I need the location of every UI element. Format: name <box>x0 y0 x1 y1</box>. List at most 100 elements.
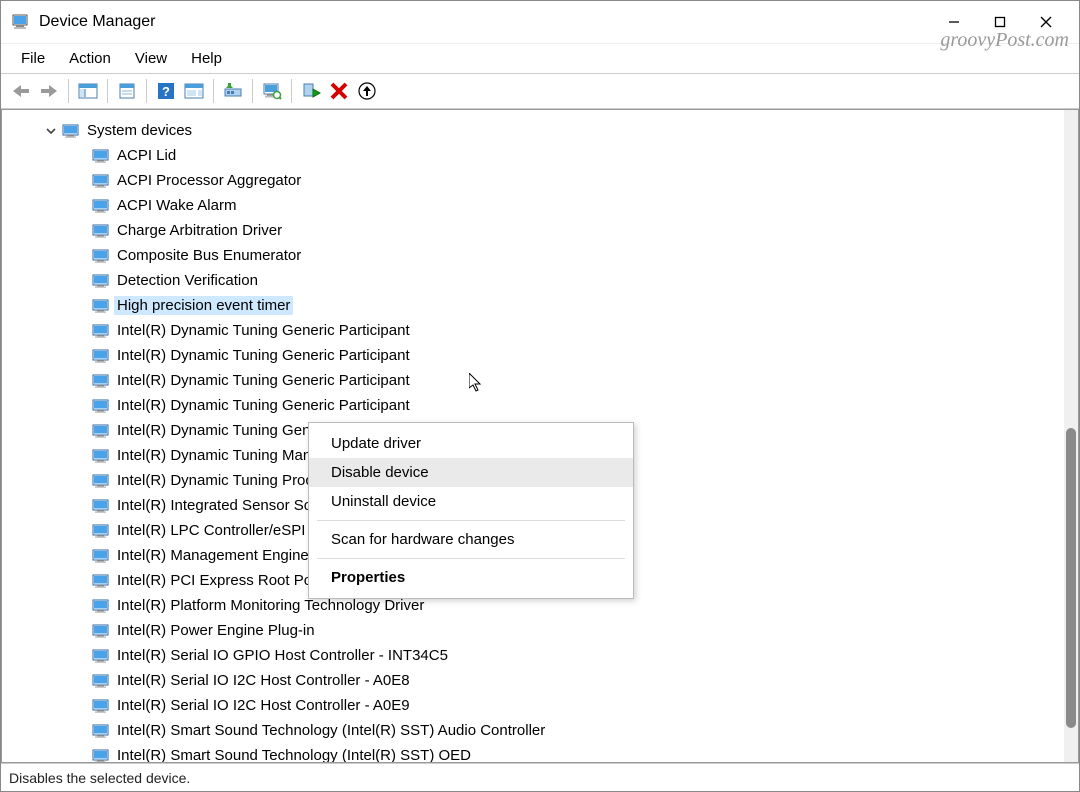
toolbar-separator <box>252 79 253 103</box>
svg-text:?: ? <box>162 84 170 99</box>
context-menu-item[interactable]: Scan for hardware changes <box>309 525 633 554</box>
tree-node[interactable]: Intel(R) Serial IO GPIO Host Controller … <box>2 643 1064 668</box>
statusbar-text: Disables the selected device. <box>9 770 190 786</box>
device-icon <box>92 199 110 213</box>
context-menu: Update driverDisable deviceUninstall dev… <box>308 422 634 599</box>
tree-node[interactable]: Intel(R) Serial IO I2C Host Controller -… <box>2 693 1064 718</box>
device-icon <box>92 224 110 238</box>
device-icon <box>92 174 110 188</box>
toolbar-help-button[interactable]: ? <box>152 77 180 105</box>
tree-node-label: ACPI Lid <box>117 147 176 164</box>
scrollbar-thumb[interactable] <box>1066 428 1076 728</box>
tree-node-label: Intel(R) Serial IO I2C Host Controller -… <box>117 697 410 714</box>
tree-node[interactable]: Intel(R) Serial IO I2C Host Controller -… <box>2 668 1064 693</box>
device-manager-app-icon <box>11 13 29 31</box>
device-icon <box>92 324 110 338</box>
context-menu-item[interactable]: Update driver <box>309 429 633 458</box>
toolbar-separator <box>146 79 147 103</box>
tree-node[interactable]: Intel(R) Smart Sound Technology (Intel(R… <box>2 718 1064 743</box>
vertical-scrollbar[interactable] <box>1064 110 1078 762</box>
device-icon <box>92 474 110 488</box>
device-icon <box>92 374 110 388</box>
device-icon <box>92 624 110 638</box>
chevron-down-icon[interactable] <box>44 124 58 138</box>
tree-node-label: High precision event timer <box>114 296 293 315</box>
toolbar-back-button[interactable] <box>7 77 35 105</box>
tree-node-label: System devices <box>87 122 192 139</box>
toolbar-add-hardware-button[interactable] <box>353 77 381 105</box>
device-icon <box>92 749 110 763</box>
device-category-icon <box>62 124 80 138</box>
device-icon <box>92 524 110 538</box>
tree-node[interactable]: ACPI Wake Alarm <box>2 193 1064 218</box>
toolbar-show-hide-tree-button[interactable] <box>74 77 102 105</box>
tree-node-label: Detection Verification <box>117 272 258 289</box>
tree-node-system-devices[interactable]: System devices <box>2 118 1064 143</box>
tree-node[interactable]: Intel(R) Dynamic Tuning Generic Particip… <box>2 318 1064 343</box>
toolbar-separator <box>107 79 108 103</box>
menu-help[interactable]: Help <box>179 46 234 71</box>
context-menu-item[interactable]: Properties <box>309 563 633 592</box>
device-icon <box>92 649 110 663</box>
device-icon <box>92 149 110 163</box>
device-icon <box>92 299 110 313</box>
device-icon <box>92 699 110 713</box>
toolbar-action-center-button[interactable] <box>180 77 208 105</box>
device-icon <box>92 549 110 563</box>
titlebar: Device Manager <box>1 1 1079 43</box>
tree-node-label: Intel(R) Serial IO GPIO Host Controller … <box>117 647 448 664</box>
tree-node[interactable]: ACPI Processor Aggregator <box>2 168 1064 193</box>
tree-node-label: ACPI Wake Alarm <box>117 197 236 214</box>
menubar: File Action View Help <box>1 43 1079 73</box>
toolbar: ? <box>1 73 1079 109</box>
toolbar-separator <box>213 79 214 103</box>
menu-file[interactable]: File <box>9 46 57 71</box>
tree-node[interactable]: Intel(R) Power Engine Plug-in <box>2 618 1064 643</box>
toolbar-uninstall-device-button[interactable] <box>325 77 353 105</box>
menu-view[interactable]: View <box>123 46 179 71</box>
device-icon <box>92 274 110 288</box>
device-icon <box>92 249 110 263</box>
device-tree-panel: System devices ACPI Lid ACPI Processor Agg… <box>1 109 1079 763</box>
device-icon <box>92 399 110 413</box>
tree-node[interactable]: Intel(R) Dynamic Tuning Generic Particip… <box>2 393 1064 418</box>
device-manager-window: groovyPost.com Device Manager File Actio… <box>0 0 1080 792</box>
device-icon <box>92 449 110 463</box>
tree-node[interactable]: Composite Bus Enumerator <box>2 243 1064 268</box>
device-icon <box>92 574 110 588</box>
window-title: Device Manager <box>39 13 156 31</box>
tree-node-label: Intel(R) Dynamic Tuning Generic Particip… <box>117 322 410 339</box>
tree-node[interactable]: Intel(R) Dynamic Tuning Generic Particip… <box>2 343 1064 368</box>
maximize-button[interactable] <box>977 6 1023 38</box>
menu-action[interactable]: Action <box>57 46 123 71</box>
device-icon <box>92 674 110 688</box>
toolbar-forward-button[interactable] <box>35 77 63 105</box>
toolbar-disable-device-button[interactable] <box>297 77 325 105</box>
tree-node[interactable]: Detection Verification <box>2 268 1064 293</box>
tree-node[interactable]: Intel(R) Smart Sound Technology (Intel(R… <box>2 743 1064 763</box>
toolbar-update-driver-button[interactable] <box>219 77 247 105</box>
toolbar-separator <box>291 79 292 103</box>
tree-node-label: Intel(R) Platform Monitoring Technology … <box>117 597 424 614</box>
tree-node-label: Intel(R) Dynamic Tuning Generic Particip… <box>117 372 410 389</box>
tree-node[interactable]: High precision event timer <box>2 293 1064 318</box>
toolbar-scan-hardware-button[interactable] <box>258 77 286 105</box>
minimize-button[interactable] <box>931 6 977 38</box>
tree-node-label: Charge Arbitration Driver <box>117 222 282 239</box>
tree-node[interactable]: Intel(R) Dynamic Tuning Generic Particip… <box>2 368 1064 393</box>
device-icon <box>92 424 110 438</box>
close-button[interactable] <box>1023 6 1069 38</box>
context-menu-separator <box>317 520 625 521</box>
tree-node-label: ACPI Processor Aggregator <box>117 172 301 189</box>
tree-node-label: Intel(R) Smart Sound Technology (Intel(R… <box>117 747 471 763</box>
context-menu-item[interactable]: Disable device <box>309 458 633 487</box>
toolbar-separator <box>68 79 69 103</box>
statusbar: Disables the selected device. <box>1 763 1079 791</box>
context-menu-separator <box>317 558 625 559</box>
tree-node[interactable]: ACPI Lid <box>2 143 1064 168</box>
context-menu-item[interactable]: Uninstall device <box>309 487 633 516</box>
tree-node-label: Intel(R) Serial IO I2C Host Controller -… <box>117 672 410 689</box>
toolbar-properties-button[interactable] <box>113 77 141 105</box>
tree-node-label: Composite Bus Enumerator <box>117 247 301 264</box>
tree-node[interactable]: Charge Arbitration Driver <box>2 218 1064 243</box>
